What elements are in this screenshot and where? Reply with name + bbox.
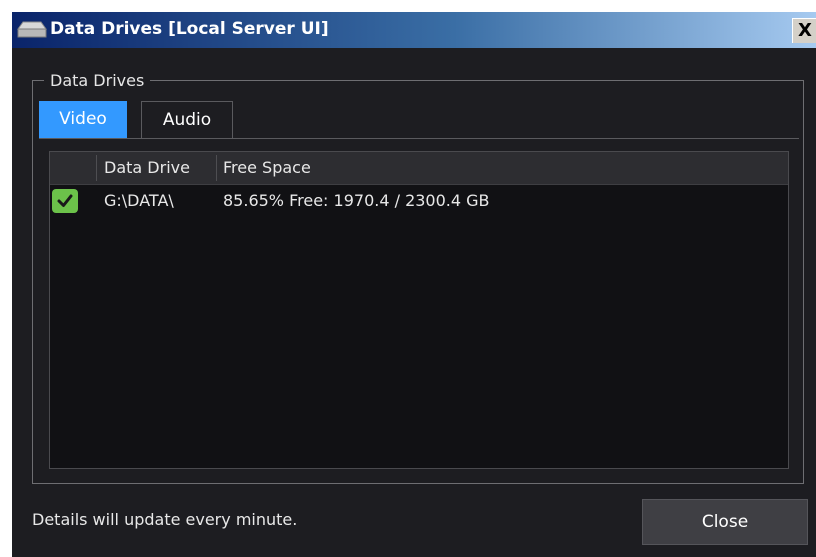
tab-audio[interactable]: Audio bbox=[141, 101, 233, 139]
drives-table[interactable]: Data Drive Free Space G:\DATA\ 85.65% Fr… bbox=[49, 151, 789, 469]
drive-path: G:\DATA\ bbox=[104, 191, 174, 210]
window-title: Data Drives [Local Server UI] bbox=[50, 19, 329, 39]
column-separator[interactable] bbox=[96, 155, 97, 181]
close-icon[interactable]: X bbox=[792, 18, 816, 43]
column-header-data-drive[interactable]: Data Drive bbox=[104, 152, 190, 184]
column-header-free-space[interactable]: Free Space bbox=[223, 152, 311, 184]
update-status-text: Details will update every minute. bbox=[32, 510, 298, 529]
data-drives-window: Data Drives [Local Server UI] X Data Dri… bbox=[12, 12, 816, 557]
title-bar[interactable]: Data Drives [Local Server UI] X bbox=[12, 12, 816, 48]
column-header-status[interactable] bbox=[50, 152, 94, 184]
tab-divider bbox=[39, 138, 799, 139]
drive-icon bbox=[17, 21, 47, 38]
groupbox-label: Data Drives bbox=[44, 70, 151, 92]
table-header: Data Drive Free Space bbox=[50, 152, 788, 185]
check-icon bbox=[52, 189, 78, 213]
table-row[interactable]: G:\DATA\ 85.65% Free: 1970.4 / 2300.4 GB bbox=[50, 184, 788, 218]
tab-video[interactable]: Video bbox=[39, 101, 127, 139]
close-button[interactable]: Close bbox=[642, 499, 808, 545]
free-space-value: 85.65% Free: 1970.4 / 2300.4 GB bbox=[223, 191, 490, 210]
column-separator[interactable] bbox=[216, 155, 217, 181]
